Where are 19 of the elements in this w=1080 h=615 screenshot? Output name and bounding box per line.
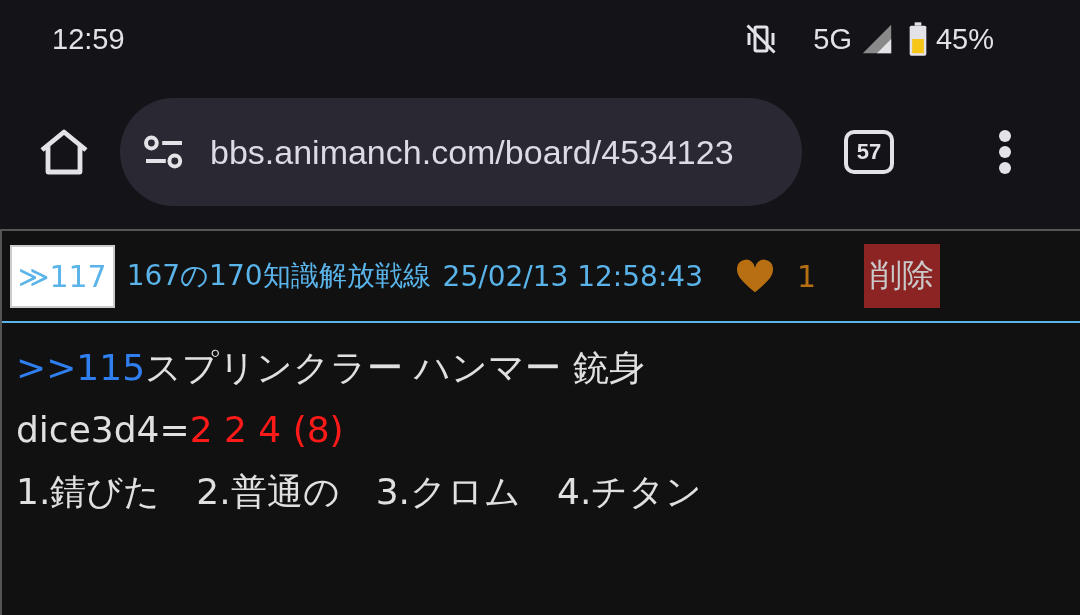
- menu-icon[interactable]: [998, 129, 1012, 175]
- network-type: 5G: [813, 22, 852, 56]
- address-bar[interactable]: bbs.animanch.com/board/4534123: [120, 98, 802, 206]
- like-count: 1: [797, 258, 817, 294]
- tab-count-button[interactable]: 57: [844, 130, 894, 174]
- clock: 12:59: [52, 22, 125, 56]
- delete-button[interactable]: 削除: [864, 244, 941, 308]
- post-text: 1.錆びた 2.普通の 3.クロム 4.チタン: [16, 471, 703, 512]
- post-date: 25/02/13 12:58:43: [442, 259, 703, 293]
- post-text: スプリンクラー ハンマー 銃身: [145, 347, 645, 388]
- home-icon[interactable]: [38, 128, 90, 176]
- author-name: 167の170知識解放戦線: [126, 258, 431, 294]
- battery-percent: 45%: [935, 22, 994, 56]
- post-text: dice3d4=: [16, 409, 190, 450]
- battery-icon: [907, 22, 928, 56]
- dice-result: 2 2 4 (8): [189, 409, 344, 450]
- heart-icon[interactable]: [735, 258, 775, 294]
- url-text: bbs.animanch.com/board/4534123: [210, 132, 734, 172]
- reply-link[interactable]: >>115: [16, 347, 146, 388]
